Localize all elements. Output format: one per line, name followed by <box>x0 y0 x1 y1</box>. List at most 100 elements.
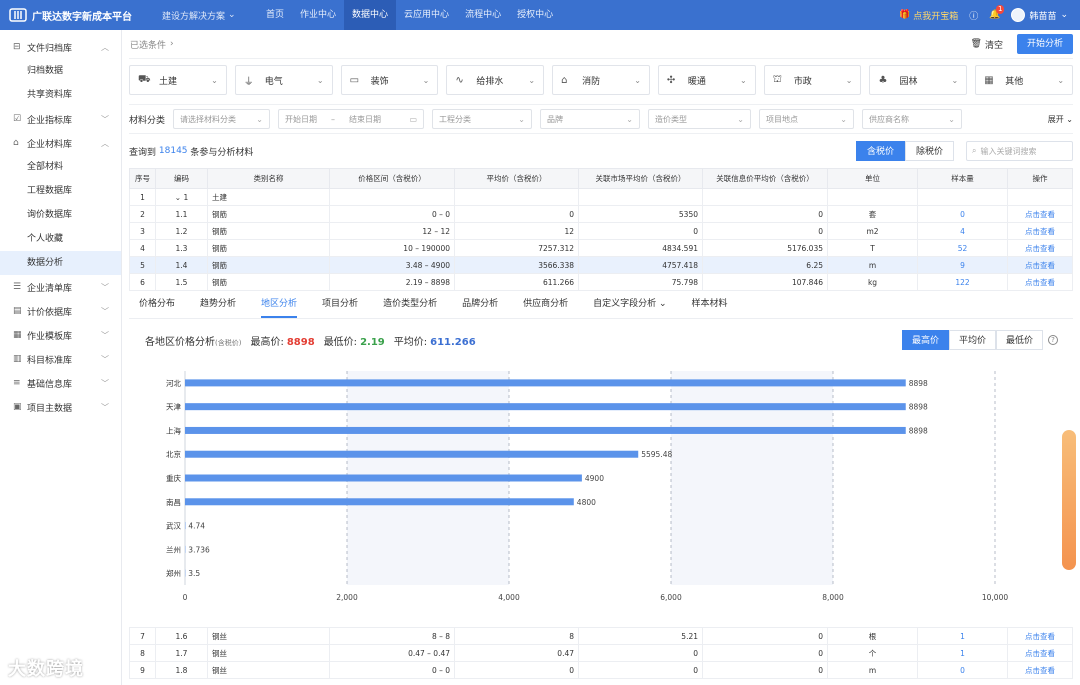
view-link[interactable]: 点击查看 <box>1025 632 1055 641</box>
start-analysis-button[interactable]: 开始分析 <box>1016 34 1073 54</box>
category-0[interactable]: ⛟ 土建 ⌄ <box>129 65 227 95</box>
expand-label: 展开 <box>1047 114 1064 124</box>
menu-item-0[interactable]: 首页 <box>258 0 292 30</box>
sample-count-link[interactable]: 122 <box>955 278 969 287</box>
help-icon[interactable]: ⓘ <box>969 9 978 22</box>
tab-analysis-8[interactable]: 样本材料 <box>692 290 728 318</box>
sidebar-group-2[interactable]: ⌂ 企业材料库 ︿ <box>0 131 121 155</box>
sidebar-group-8[interactable]: ▣ 项目主数据 ﹀ <box>0 395 121 419</box>
tab-analysis-0[interactable]: 价格分布 <box>139 290 175 318</box>
sidebar-item-0-0[interactable]: 归档数据 <box>0 59 121 83</box>
cell-op: 点击查看 <box>1007 273 1073 291</box>
sidebar-group-6[interactable]: ▥ 科目标准库 ﹀ <box>0 347 121 371</box>
table-row[interactable]: 3 1.2 钢筋 12 – 12 12 0 0 m2 4 点击查看 <box>129 222 1073 240</box>
sidebar-group-5[interactable]: ▦ 作业模板库 ﹀ <box>0 323 121 347</box>
tab-label: 地区分析 <box>261 299 298 309</box>
table-row[interactable]: 4 1.3 钢筋 10 – 190000 7257.312 4834.591 5176.03… <box>129 239 1073 257</box>
category-2[interactable]: ▭ 装饰 ⌄ <box>340 65 439 95</box>
table-row[interactable]: 2 1.1 钢筋 0 – 0 0 5350 0 套 0 点击查看 <box>129 205 1073 223</box>
cell-market: 75.798 <box>578 273 703 291</box>
view-link[interactable]: 点击查看 <box>1025 244 1055 253</box>
tab-analysis-1[interactable]: 趋势分析 <box>200 290 236 318</box>
clear-button[interactable]: 🗑 清空 <box>971 38 1003 51</box>
sidebar-group-0[interactable]: ⊟ 文件归档库 ︿ <box>0 35 121 59</box>
sample-count-link[interactable]: 1 <box>960 649 965 658</box>
user-menu[interactable]: 韩苗苗 ⌄ <box>1011 8 1068 22</box>
treasure-box-button[interactable]: 🎁 点我开宝箱 <box>899 9 958 22</box>
tab-analysis-7[interactable]: 自定义字段分析 ⌄ <box>593 290 666 318</box>
column-header-7: 单位 <box>827 168 918 189</box>
view-link[interactable]: 点击查看 <box>1025 649 1055 658</box>
table-row[interactable]: 9 1.8 钢丝 0 – 0 0 0 0 m 0 点击查看 <box>129 661 1073 679</box>
x-tick-label: 8,000 <box>822 593 844 602</box>
tab-analysis-2[interactable]: 地区分析 <box>261 290 298 318</box>
expand-filters-button[interactable]: 展开 ⌄ <box>1048 114 1073 125</box>
menu-item-2[interactable]: 数据中心 <box>344 0 397 30</box>
category-7[interactable]: ♣ 园林 ⌄ <box>869 65 968 95</box>
sidebar-item-2-2[interactable]: 询价数据库 <box>0 203 121 227</box>
cell-unit: 个 <box>827 644 918 662</box>
sidebar-group-3[interactable]: ☰ 企业清单库 ﹀ <box>0 275 121 299</box>
sidebar-item-2-0[interactable]: 全部材料 <box>0 155 121 179</box>
table-row[interactable]: 5 1.4 钢筋 3.48 – 4900 3566.338 4757.418 6.25 m 9 点… <box>129 256 1073 274</box>
doc-icon: ▤ <box>13 306 22 316</box>
category-3[interactable]: ∿ 给排水 ⌄ <box>446 65 545 95</box>
help-icon[interactable]: ? <box>1048 335 1058 345</box>
sample-count-link[interactable]: 0 <box>960 666 965 675</box>
menu-item-5[interactable]: 授权中心 <box>509 0 561 30</box>
keyword-search-input[interactable]: ⌕ 输入关键词搜索 <box>966 141 1073 161</box>
table-row[interactable]: 6 1.5 钢筋 2.19 – 8898 611.266 75.798 107.846 kg 1… <box>129 273 1073 291</box>
category-4[interactable]: ⌂ 消防 ⌄ <box>552 65 650 95</box>
tax-inclusive-button[interactable]: 含税价 <box>855 141 905 161</box>
tab-analysis-3[interactable]: 项目分析 <box>322 290 358 318</box>
chart-metric-2[interactable]: 最低价 <box>995 330 1043 350</box>
sample-count-link[interactable]: 1 <box>960 632 965 641</box>
sidebar-group-7[interactable]: ≡ 基础信息库 ﹀ <box>0 371 121 395</box>
menu-item-1[interactable]: 作业中心 <box>292 0 344 30</box>
tax-exclusive-button[interactable]: 除税价 <box>904 141 954 161</box>
sample-count-link[interactable]: 0 <box>960 210 965 219</box>
category-label: 电气 <box>264 76 283 87</box>
menu-item-3[interactable]: 云应用中心 <box>396 0 457 30</box>
category-6[interactable]: ⛫ 市政 ⌄ <box>763 65 862 95</box>
material-class-select[interactable]: 请选择材料分类 ⌄ <box>173 109 270 129</box>
brand-select[interactable]: 品牌 ⌄ <box>540 109 640 129</box>
view-link[interactable]: 点击查看 <box>1025 278 1055 287</box>
menu-item-4[interactable]: 流程中心 <box>457 0 509 30</box>
tab-analysis-4[interactable]: 造价类型分析 <box>383 290 437 318</box>
sample-count-link[interactable]: 52 <box>958 244 968 253</box>
tab-analysis-6[interactable]: 供应商分析 <box>523 290 568 318</box>
cost-type-select[interactable]: 造价类型 ⌄ <box>648 109 751 129</box>
cell-unit: m <box>827 661 918 679</box>
view-link[interactable]: 点击查看 <box>1025 227 1055 236</box>
tab-analysis-5[interactable]: 品牌分析 <box>462 290 498 318</box>
date-range-picker[interactable]: 开始日期 – 结束日期 ▭ <box>278 109 424 129</box>
sidebar-item-2-4[interactable]: 数据分析 <box>0 251 121 275</box>
view-link[interactable]: 点击查看 <box>1025 261 1055 270</box>
supplier-select[interactable]: 供应商名称 ⌄ <box>862 109 962 129</box>
floating-toolbar[interactable] <box>1062 430 1076 570</box>
sidebar-item-2-3[interactable]: 个人收藏 <box>0 227 121 251</box>
table-row[interactable]: 8 1.7 钢丝 0.47 – 0.47 0.47 0 0 个 1 点击查看 <box>129 644 1073 662</box>
view-link[interactable]: 点击查看 <box>1025 666 1055 675</box>
table-row[interactable]: 7 1.6 钢丝 8 – 8 8 5.21 0 根 1 点击查看 <box>129 627 1073 645</box>
chart-metric-1[interactable]: 平均价 <box>948 330 996 350</box>
brand[interactable]: 广联达数字新成本平台 <box>0 7 152 23</box>
project-class-select[interactable]: 工程分类 ⌄ <box>432 109 532 129</box>
sidebar-group-4[interactable]: ▤ 计价依据库 ﹀ <box>0 299 121 323</box>
category-5[interactable]: ✣ 暖通 ⌄ <box>657 65 756 95</box>
archive-icon: ⊟ <box>13 42 21 52</box>
sidebar-item-0-1[interactable]: 共享资料库 <box>0 83 121 107</box>
sample-count-link[interactable]: 4 <box>960 227 965 236</box>
chart-metric-0[interactable]: 最高价 <box>901 330 949 350</box>
sidebar-group-1[interactable]: ☑ 企业指标库 ﹀ <box>0 107 121 131</box>
location-select[interactable]: 项目地点 ⌄ <box>759 109 854 129</box>
table-group-row[interactable]: 1 ⌄ 1 土建 <box>129 188 1073 206</box>
category-8[interactable]: ▦ 其他 ⌄ <box>975 65 1074 95</box>
category-1[interactable]: ⏚ 电气 ⌄ <box>234 65 333 95</box>
sample-count-link[interactable]: 9 <box>960 261 965 270</box>
view-link[interactable]: 点击查看 <box>1025 210 1055 219</box>
solutions-dropdown[interactable]: 建设方解决方案 ⌄ <box>162 9 252 22</box>
sidebar-item-2-1[interactable]: 工程数据库 <box>0 179 121 203</box>
bell-icon[interactable]: 🔔 1 <box>989 5 1005 20</box>
